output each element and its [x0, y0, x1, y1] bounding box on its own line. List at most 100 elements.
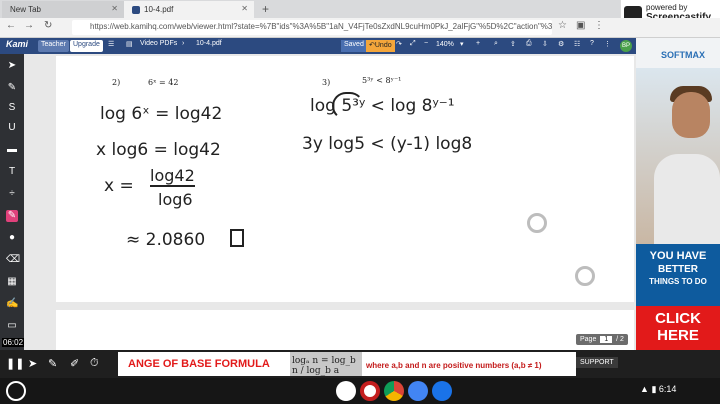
comments-icon[interactable]: ☷	[574, 40, 580, 48]
shapes-tool-icon[interactable]: ●	[6, 232, 18, 244]
chevron-right-icon: ›	[182, 40, 185, 47]
tab-new-tab[interactable]: New Tab ✕	[2, 1, 124, 18]
work-3-line-2: 3y log5 < (y-1) log8	[302, 134, 473, 154]
problem-3-equation: 5³ʸ < 8ʸ⁻¹	[362, 76, 402, 85]
page-total: / 2	[616, 336, 624, 343]
ad-line-3: THINGS TO DO	[649, 277, 707, 286]
status-tray[interactable]: ▲ ▮ 6:14	[640, 384, 676, 395]
files-icon[interactable]	[432, 381, 452, 401]
ad-line-2: BETTER	[658, 264, 698, 275]
tab-label: 10-4.pdf	[144, 5, 174, 14]
new-tab-button[interactable]: +	[262, 2, 269, 16]
launcher-icon[interactable]	[6, 381, 26, 401]
download-icon[interactable]: ⇩	[542, 40, 548, 48]
reload-icon[interactable]: ↻	[44, 20, 52, 31]
work-2-x-equals: x =	[104, 176, 134, 196]
battery-icon: ▮	[651, 384, 657, 394]
forward-icon[interactable]: →	[24, 20, 34, 31]
teacher-button[interactable]: Teacher	[38, 40, 69, 52]
ad-person-shirt	[654, 154, 720, 244]
bookmark-star-icon[interactable]: ☆	[558, 20, 567, 31]
slide-note: where a,b and n are positive numbers (a,…	[366, 361, 542, 370]
ad-click-here-button[interactable]: CLICK HERE	[636, 306, 720, 350]
zoom-out-icon[interactable]: −	[424, 40, 428, 47]
comment-tool-icon[interactable]: ▬	[6, 144, 18, 156]
underline-tool-icon[interactable]: U	[6, 122, 18, 134]
pen-tool-icon[interactable]: ✎	[6, 210, 18, 222]
work-2-numerator: log42	[150, 166, 195, 187]
redo-icon[interactable]: ↷	[396, 40, 402, 48]
undo-button[interactable]: ↶Undo	[366, 40, 395, 52]
video-timestamp: 06:02	[2, 338, 25, 347]
video-pdfs-breadcrumb[interactable]: Video PDFs	[140, 40, 177, 47]
problem-3-number: 3)	[322, 78, 331, 87]
pen-icon[interactable]: ✎	[48, 357, 57, 370]
answer-box	[230, 229, 244, 247]
text-tool-icon[interactable]: T	[6, 166, 18, 178]
kami-favicon-icon	[132, 5, 140, 14]
work-2-line-1: log 6ˣ = log42	[100, 104, 223, 124]
settings-icon[interactable]: ⚙	[558, 40, 564, 48]
avatar[interactable]: BP	[620, 40, 632, 52]
upgrade-button[interactable]: Upgrade	[70, 40, 103, 52]
work-2-answer: ≈ 2.0860	[126, 230, 206, 250]
wifi-icon: ▲	[640, 384, 649, 394]
cursor-highlight-ring	[575, 266, 595, 286]
work-2-line-2: x log6 = log42	[96, 140, 221, 160]
help-icon[interactable]: ?	[590, 40, 594, 47]
zoom-in-icon[interactable]: +	[476, 40, 480, 47]
clock: 6:14	[658, 384, 677, 394]
close-icon[interactable]: ✕	[241, 4, 248, 13]
eraser-tool-icon[interactable]: ⌫	[6, 254, 20, 266]
print-icon[interactable]: ⎙	[526, 40, 532, 48]
image-tool-icon[interactable]: ▦	[6, 276, 18, 288]
docs-icon[interactable]	[408, 381, 428, 401]
share-icon[interactable]: ⇪	[510, 40, 516, 48]
url-input[interactable]: https://web.kamihq.com/web/viewer.html?s…	[72, 20, 552, 35]
problem-2-equation: 6ˣ = 42	[148, 78, 179, 87]
tool-sidebar: ➤ ✎ S U ▬ T ÷ ✎ ● ⌫ ▦ ✍ ▭	[0, 54, 24, 350]
undo-label: Undo	[374, 42, 392, 49]
ad-brand: SOFTMAX	[661, 50, 705, 60]
menu-icon[interactable]: ⋮	[594, 20, 604, 31]
cursor-icon[interactable]: ➤	[28, 357, 37, 370]
back-icon[interactable]: ←	[6, 20, 16, 31]
gmail-icon[interactable]	[336, 381, 356, 401]
select-tool-icon[interactable]: ➤	[6, 60, 18, 72]
url-text: https://web.kamihq.com/web/viewer.html?s…	[90, 22, 552, 31]
search-icon[interactable]: ⌕	[494, 40, 498, 48]
close-icon[interactable]: ✕	[111, 4, 118, 13]
ad-person-face	[672, 92, 710, 138]
strikethrough-tool-icon[interactable]: S	[6, 102, 18, 114]
hamburger-icon[interactable]: ☰	[108, 40, 114, 48]
change-of-base-formula: logₐ n = log_b n / log_b a	[290, 352, 362, 376]
chevron-down-icon[interactable]: ▾	[460, 40, 464, 48]
equation-tool-icon[interactable]: ÷	[6, 188, 18, 200]
screencastify-app-icon[interactable]	[360, 381, 380, 401]
cursor-highlight-ring	[527, 213, 547, 233]
chrome-icon[interactable]	[384, 381, 404, 401]
pdf-page-2[interactable]	[56, 310, 634, 350]
folder-icon: ▤	[126, 41, 133, 48]
page-indicator[interactable]: Page 1 / 2	[576, 334, 628, 345]
zoom-fit-icon[interactable]: ⤢	[410, 40, 416, 48]
page-number-input[interactable]: 1	[600, 336, 613, 343]
filename-breadcrumb[interactable]: 10-4.pdf	[196, 40, 222, 47]
highlight-tool-icon[interactable]: ✎	[6, 82, 18, 94]
saved-status: Saved	[341, 40, 367, 52]
extension-icon[interactable]: ▣	[576, 20, 585, 31]
apps-icon[interactable]: ⋮	[604, 40, 611, 48]
work-2-denominator: log6	[158, 190, 193, 209]
signature-tool-icon[interactable]: ✍	[6, 298, 18, 310]
pause-icon[interactable]: ❚❚	[6, 357, 24, 370]
tab-10-4-pdf[interactable]: 10-4.pdf ✕	[124, 1, 254, 18]
zoom-level[interactable]: 140%	[436, 41, 454, 48]
pdf-page-1[interactable]: 2) 6ˣ = 42 3) 5³ʸ < 8ʸ⁻¹ log 6ˣ = log42 …	[56, 56, 634, 302]
highlighter-icon[interactable]: ✐	[70, 357, 79, 370]
tab-label: New Tab	[10, 5, 41, 14]
support-button[interactable]: SUPPORT	[576, 357, 618, 368]
exponent-arrow-mark	[332, 92, 364, 120]
capture-tool-icon[interactable]: ▭	[6, 320, 18, 332]
timer-icon[interactable]: ⏱	[90, 357, 99, 370]
kami-logo: Kami	[6, 39, 29, 49]
